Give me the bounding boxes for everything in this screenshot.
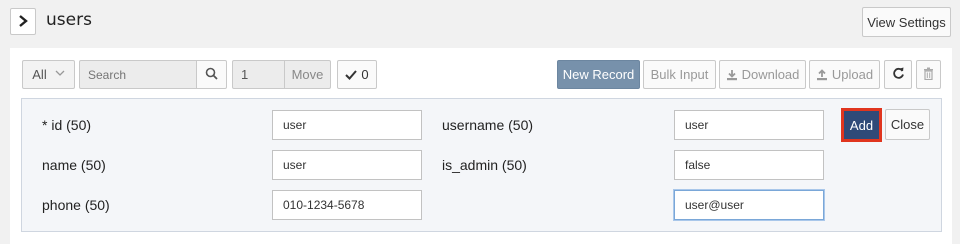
username-field[interactable] <box>674 110 824 140</box>
selected-count-button[interactable]: 0 <box>337 60 377 89</box>
field-label-id: * id (50) <box>42 117 92 133</box>
view-settings-button[interactable]: View Settings <box>862 7 951 37</box>
selected-count: 0 <box>361 67 369 82</box>
is-admin-field[interactable] <box>674 150 824 180</box>
bulk-input-button[interactable]: Bulk Input <box>643 60 716 89</box>
email-field[interactable] <box>674 190 824 220</box>
filter-select[interactable]: All <box>22 60 75 89</box>
chevron-right-icon <box>18 12 28 31</box>
top-bar: users View Settings <box>0 0 960 46</box>
move-button[interactable]: Move <box>284 60 331 89</box>
expand-sidebar-button[interactable] <box>10 8 36 35</box>
page-title: users <box>46 10 92 30</box>
field-label-phone: phone (50) <box>42 197 110 213</box>
upload-button[interactable]: Upload <box>809 60 880 89</box>
filter-select-value: All <box>32 67 47 82</box>
phone-field[interactable] <box>272 190 422 220</box>
field-label-name: name (50) <box>42 157 106 173</box>
trash-icon <box>923 67 934 83</box>
new-record-button[interactable]: New Record <box>557 60 640 89</box>
field-label-is-admin: is_admin (50) <box>442 157 527 173</box>
search-button[interactable] <box>196 60 227 89</box>
name-field[interactable] <box>272 150 422 180</box>
download-label: Download <box>741 67 800 82</box>
page-number-input[interactable] <box>232 60 285 89</box>
download-button[interactable]: Download <box>719 60 806 89</box>
id-field[interactable] <box>272 110 422 140</box>
search-input[interactable] <box>79 60 197 89</box>
refresh-button[interactable] <box>884 60 912 89</box>
delete-button[interactable] <box>916 60 941 89</box>
checkmark-icon <box>345 69 358 80</box>
upload-icon <box>816 68 828 81</box>
upload-label: Upload <box>831 67 874 82</box>
field-label-username: username (50) <box>442 117 534 133</box>
close-button[interactable]: Close <box>885 109 930 140</box>
chevron-down-icon <box>55 69 65 80</box>
add-button[interactable]: Add <box>841 108 882 142</box>
download-icon <box>726 69 738 81</box>
search-icon <box>205 67 218 83</box>
refresh-icon <box>892 67 905 83</box>
